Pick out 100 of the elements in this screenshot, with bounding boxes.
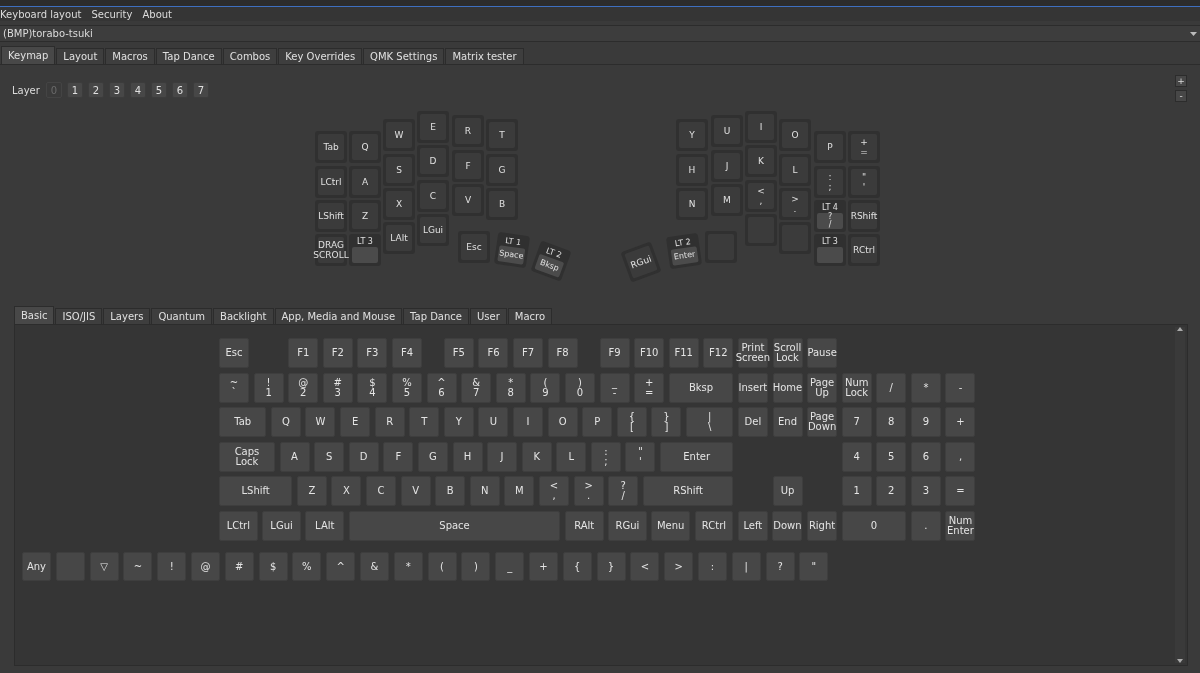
keycode-key[interactable]: Print Screen (737, 338, 768, 368)
keycode-key[interactable]: 7 (841, 407, 872, 437)
keycode-key[interactable]: A (279, 441, 310, 472)
keycode-key[interactable]: / (876, 372, 907, 403)
keycode-key[interactable]: LShift (219, 476, 293, 506)
keycode-key[interactable]: * 8 (495, 372, 526, 403)
keycode-key[interactable]: Right (807, 510, 838, 541)
keycode-key[interactable]: F3 (357, 338, 388, 368)
keycap[interactable]: LCtrl (315, 166, 347, 198)
keycode-key[interactable]: Caps Lock (219, 441, 275, 472)
keycode-key[interactable]: F6 (478, 338, 509, 368)
keycode-key[interactable]: Tab (219, 407, 267, 437)
keycap[interactable]: C (417, 180, 449, 212)
keycap[interactable]: LGui (417, 214, 449, 246)
keycode-key[interactable]: - (945, 372, 976, 403)
zoom-button[interactable]: - (1175, 90, 1187, 102)
keycode-key[interactable]: LCtrl (219, 510, 258, 541)
keycode-key[interactable]: { (562, 552, 592, 581)
keycode-key[interactable]: * (393, 552, 423, 581)
keycode-key[interactable]: ▽ (89, 552, 119, 581)
keycap[interactable]: W (383, 119, 415, 151)
keycap[interactable]: > . (779, 188, 811, 220)
keycode-key[interactable]: ( 9 (530, 372, 561, 403)
keycap[interactable]: Tab (315, 131, 347, 163)
keycode-key[interactable]: Scroll Lock (772, 338, 803, 368)
keycap[interactable]: K (745, 145, 777, 177)
keycode-key[interactable]: F10 (634, 338, 665, 368)
keycap[interactable]: E (417, 111, 449, 143)
keycode-key[interactable]: LAlt (305, 510, 345, 541)
keycode-key[interactable]: + (528, 552, 558, 581)
keycode-key[interactable]: RCtrl (694, 510, 734, 541)
tab[interactable]: Backlight (213, 308, 274, 324)
keycap[interactable]: Y (676, 119, 708, 151)
keycode-key[interactable]: Y (443, 407, 474, 437)
device-select[interactable]: (BMP)torabo-tsuki (0, 25, 1200, 42)
layer-button[interactable]: 4 (129, 82, 146, 98)
keycode-key[interactable]: W (305, 407, 336, 437)
keycap[interactable]: < , (745, 180, 777, 212)
keycap[interactable]: LT 3 (814, 234, 846, 266)
tab[interactable]: Layout (56, 48, 105, 64)
keycode-key[interactable]: @ (191, 552, 220, 581)
keycode-key[interactable]: F12 (703, 338, 734, 368)
keycap[interactable]: H (676, 154, 708, 186)
keycode-key[interactable]: F2 (322, 338, 353, 368)
keycode-key[interactable]: T (409, 407, 440, 437)
keycap[interactable]: Q (349, 131, 381, 163)
tab[interactable]: Matrix tester (445, 48, 524, 64)
keycap[interactable]: LT 4 ? / (814, 200, 846, 232)
keycap[interactable]: L (779, 154, 811, 186)
keycode-key[interactable]: ! (157, 552, 187, 581)
keycode-key[interactable]: F8 (547, 338, 578, 368)
keycode-key[interactable]: X (331, 476, 362, 506)
scrollbar[interactable] (1175, 327, 1185, 663)
keycap[interactable]: : ; (814, 166, 846, 198)
keycode-key[interactable]: < , (539, 476, 569, 506)
keycap[interactable]: D (417, 145, 449, 177)
keycap[interactable]: LT 2 Enter (665, 232, 703, 270)
keycode-key[interactable]: 9 (910, 407, 941, 437)
zoom-button[interactable]: + (1175, 75, 1187, 87)
tab[interactable]: Tap Dance (403, 308, 469, 324)
keycode-key[interactable]: : (697, 552, 727, 581)
tab[interactable]: Macros (105, 48, 155, 64)
scroll-up-icon[interactable] (1177, 327, 1183, 331)
keycode-key[interactable]: 1 (841, 476, 872, 506)
layer-button[interactable]: 5 (150, 82, 167, 98)
keycode-key[interactable]: Home (772, 372, 803, 403)
tab[interactable]: Basic (14, 306, 55, 324)
keycode-key[interactable]: Left (737, 510, 768, 541)
keycode-key[interactable]: Page Up (807, 372, 838, 403)
keycode-key[interactable]: # 3 (322, 372, 353, 403)
keycode-key[interactable]: Num Enter (945, 510, 976, 541)
keycode-key[interactable]: F4 (391, 338, 422, 368)
keycap[interactable]: P (814, 131, 846, 163)
keycode-key[interactable]: H (452, 441, 483, 472)
keycode-key[interactable]: ^ 6 (426, 372, 457, 403)
keycode-key[interactable]: R (374, 407, 405, 437)
keycap[interactable]: DRAG SCROLL (315, 234, 347, 266)
tab[interactable]: QMK Settings (363, 48, 445, 64)
keycode-key[interactable]: Space (348, 510, 561, 541)
keycode-key[interactable]: Bksp (668, 372, 734, 403)
keycode-key[interactable]: 6 (910, 441, 941, 472)
keycode-key[interactable]: 5 (876, 441, 907, 472)
keycode-key[interactable]: = (945, 476, 976, 506)
keycap[interactable]: J (711, 150, 743, 182)
keycap[interactable]: LShift (315, 200, 347, 232)
keycode-key[interactable]: Insert (737, 372, 768, 403)
keycode-key[interactable]: S (314, 441, 345, 472)
layer-button[interactable]: 2 (87, 82, 104, 98)
keycode-key[interactable]: F11 (668, 338, 699, 368)
keycode-key[interactable]: ! 1 (253, 372, 284, 403)
keycode-key[interactable]: _ - (599, 372, 630, 403)
keycode-key[interactable]: F1 (288, 338, 319, 368)
keycode-key[interactable]: U (478, 407, 509, 437)
keycode-key[interactable]: RShift (642, 476, 734, 506)
keycap[interactable]: " ' (848, 166, 880, 198)
keycode-key[interactable]: ^ (326, 552, 356, 581)
keycode-key[interactable]: M (504, 476, 535, 506)
keycode-key[interactable]: V (400, 476, 431, 506)
keycode-key[interactable]: ? / (608, 476, 639, 506)
keycode-key[interactable]: @ 2 (288, 372, 319, 403)
